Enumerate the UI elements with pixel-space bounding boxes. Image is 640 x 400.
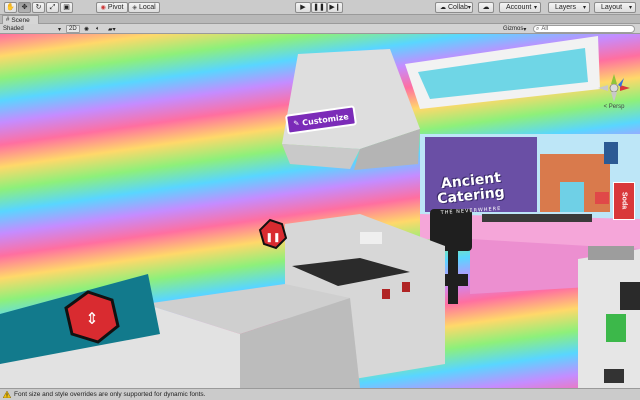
main-toolbar: ✋ ✥ ↻ ⤢ ▣ ◉ Pivot ◈ Local ▶ ❚❚ ▶❙ ☁ Coll… — [0, 0, 640, 15]
rotate-icon: ↻ — [35, 4, 42, 11]
pause-icon: ❚❚ — [313, 4, 325, 11]
scale-icon: ⤢ — [49, 4, 56, 11]
toggle-2d-button[interactable]: 2D — [66, 25, 80, 33]
cloud-icon: ☁ — [482, 4, 490, 11]
search-placeholder: All — [541, 26, 549, 32]
step-icon: ▶❙ — [329, 4, 341, 11]
red-cube — [595, 192, 609, 204]
catering-sign: Ancient Catering THE NEVERWHERE — [428, 170, 514, 244]
account-dropdown[interactable]: Account ▾ — [499, 2, 541, 13]
customize-label: Customize — [301, 111, 350, 128]
shading-mode-label: Shaded — [3, 26, 24, 32]
scale-tool-button[interactable]: ⤢ — [46, 2, 59, 13]
lightbulb-icon: ✺ — [84, 26, 90, 33]
status-message: Font size and style overrides are only s… — [14, 391, 206, 398]
scene-control-bar: Shaded ▾ 2D ✺ 🔈︎ ▰ ▾ Gizmos ▾ ⌕ All — [0, 24, 640, 34]
scene-icon: # — [6, 17, 10, 23]
gizmos-dropdown[interactable]: Gizmos ▾ — [503, 25, 526, 33]
dark-item — [620, 282, 640, 310]
tab-scene-label: Scene — [11, 16, 30, 24]
shading-mode-dropdown[interactable]: Shaded ▾ — [3, 25, 61, 33]
outside-building-door — [560, 182, 584, 212]
search-icon: ⌕ — [536, 25, 540, 32]
chevron-down-icon: ▾ — [582, 4, 586, 11]
layers-dropdown[interactable]: Layers ▾ — [548, 2, 590, 13]
hex-badge-arrow-icon: ⇕ — [85, 309, 98, 328]
layout-dropdown[interactable]: Layout ▾ — [594, 2, 636, 13]
speaker-icon: 🔈︎ — [96, 25, 100, 32]
chevron-down-icon: ▾ — [523, 26, 527, 33]
pivot-icon: ◉ — [100, 4, 106, 11]
range-hood — [282, 49, 420, 149]
local-label: Local — [138, 4, 156, 11]
collab-icon: ☁ — [440, 4, 446, 11]
account-label: Account — [506, 4, 532, 11]
local-toggle[interactable]: ◈ Local — [128, 2, 160, 13]
toggle-2d-label: 2D — [69, 26, 77, 32]
hierarchy-search-input[interactable]: ⌕ All — [533, 25, 635, 33]
axis-gizmo-icon — [598, 74, 630, 102]
green-item — [606, 314, 626, 342]
layout-label: Layout — [601, 4, 623, 11]
scene-geometry: ⇕ ❚❚ — [0, 36, 640, 388]
effects-dropdown[interactable]: ▰ ▾ — [108, 25, 116, 33]
pivot-label: Pivot — [107, 4, 124, 11]
pause-button[interactable]: ❚❚ — [311, 2, 327, 13]
move-arrows-icon: ✥ — [21, 4, 28, 11]
wall-poster — [604, 142, 618, 164]
stove-knob — [402, 282, 410, 292]
move-tool-button[interactable]: ✥ — [18, 2, 31, 13]
chevron-down-icon: ▾ — [533, 4, 537, 11]
hand-tool-button[interactable]: ✋ — [4, 2, 17, 13]
collab-label: Collab — [448, 4, 468, 11]
stove-knob — [382, 289, 390, 299]
collab-dropdown[interactable]: ☁ Collab ▾ — [435, 2, 473, 13]
local-icon: ◈ — [132, 4, 137, 11]
gizmos-label: Gizmos — [503, 26, 524, 32]
projection-label[interactable]: < Persp — [596, 104, 632, 110]
warning-icon — [3, 391, 11, 398]
play-icon: ▶ — [300, 4, 306, 11]
play-button[interactable]: ▶ — [295, 2, 311, 13]
window-tab-bar: # Scene — [0, 15, 640, 24]
layers-label: Layers — [555, 4, 577, 11]
chevron-down-icon: ▾ — [467, 4, 471, 11]
scene-viewport[interactable]: ⇕ ❚❚ ✎ Customize Ancient Catering THE NE… — [0, 34, 640, 388]
chevron-down-icon: ▾ — [112, 26, 116, 33]
brush-icon: ✎ — [292, 119, 300, 128]
rect-tool-button[interactable]: ▣ — [60, 2, 73, 13]
hand-icon: ✋ — [6, 4, 15, 11]
status-bar[interactable]: Font size and style overrides are only s… — [0, 388, 640, 400]
soda-sign: Soda — [613, 182, 635, 220]
audio-toggle[interactable]: 🔈︎ — [96, 25, 100, 33]
chevron-down-icon: ▾ — [57, 26, 61, 33]
shelf-box — [604, 369, 624, 383]
rotate-tool-button[interactable]: ↻ — [32, 2, 45, 13]
cloud-button[interactable]: ☁ — [478, 2, 494, 13]
sink — [360, 232, 382, 244]
chevron-down-icon: ▾ — [628, 4, 632, 11]
soda-sign-label: Soda — [620, 192, 628, 210]
pause-badge-icon: ❚❚ — [265, 232, 280, 243]
pivot-toggle[interactable]: ◉ Pivot — [96, 2, 128, 13]
tab-scene[interactable]: # Scene — [2, 15, 39, 24]
scene-orientation-gizmo[interactable]: < Persp — [596, 72, 632, 112]
step-button[interactable]: ▶❙ — [327, 2, 343, 13]
lighting-toggle[interactable]: ✺ — [84, 25, 89, 33]
rect-tool-icon: ▣ — [63, 4, 70, 11]
right-shelf-tray — [588, 246, 634, 260]
